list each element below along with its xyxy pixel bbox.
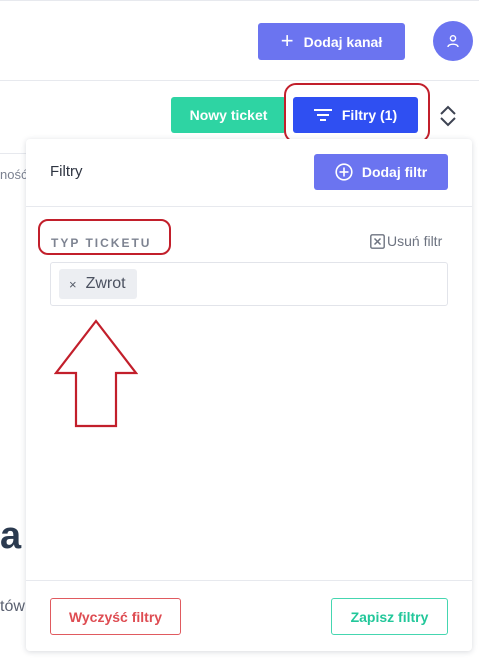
user-avatar[interactable] xyxy=(433,21,473,61)
save-filters-label: Zapisz filtry xyxy=(350,608,429,625)
tag-remove-icon[interactable]: × xyxy=(69,277,77,292)
add-filter-label: Dodaj filtr xyxy=(361,164,428,180)
filter-type-highlight-annotation xyxy=(38,219,171,255)
sort-icon[interactable] xyxy=(437,104,459,128)
remove-filter-button[interactable]: Usuń filtr xyxy=(370,233,442,249)
background-text: tów xyxy=(0,598,25,615)
top-divider xyxy=(0,0,479,1)
save-filters-button[interactable]: Zapisz filtry xyxy=(331,598,448,635)
filter-tag: × Zwrot xyxy=(59,269,137,299)
clear-filters-label: Wyczyść filtry xyxy=(68,608,163,625)
background-heading: a xyxy=(0,515,22,557)
header-divider xyxy=(0,80,479,81)
close-box-icon xyxy=(370,233,385,249)
up-arrow-annotation xyxy=(54,319,138,428)
remove-filter-label: Usuń filtr xyxy=(387,233,443,249)
filter-tag-input[interactable]: × Zwrot xyxy=(50,262,448,306)
new-ticket-button[interactable]: Nowy ticket xyxy=(171,97,286,133)
add-filter-button[interactable]: Dodaj filtr xyxy=(314,154,448,190)
add-channel-button[interactable]: + Dodaj kanał xyxy=(258,23,405,60)
plus-circle-icon xyxy=(335,163,353,181)
filter-tag-label: Zwrot xyxy=(85,275,126,292)
plus-icon: + xyxy=(280,27,294,53)
background-column-header: ność xyxy=(0,167,28,182)
filter-panel: Filtry Dodaj filtr TYP TICKETU Usuń filt… xyxy=(26,139,472,651)
panel-footer-divider xyxy=(26,580,472,581)
user-icon xyxy=(447,35,459,48)
new-ticket-label: Nowy ticket xyxy=(189,107,268,123)
filters-highlight-annotation xyxy=(284,83,430,143)
filter-panel-title: Filtry xyxy=(50,163,83,180)
add-channel-label: Dodaj kanał xyxy=(303,33,383,50)
clear-filters-button[interactable]: Wyczyść filtry xyxy=(50,598,181,635)
panel-header-divider xyxy=(26,206,472,207)
